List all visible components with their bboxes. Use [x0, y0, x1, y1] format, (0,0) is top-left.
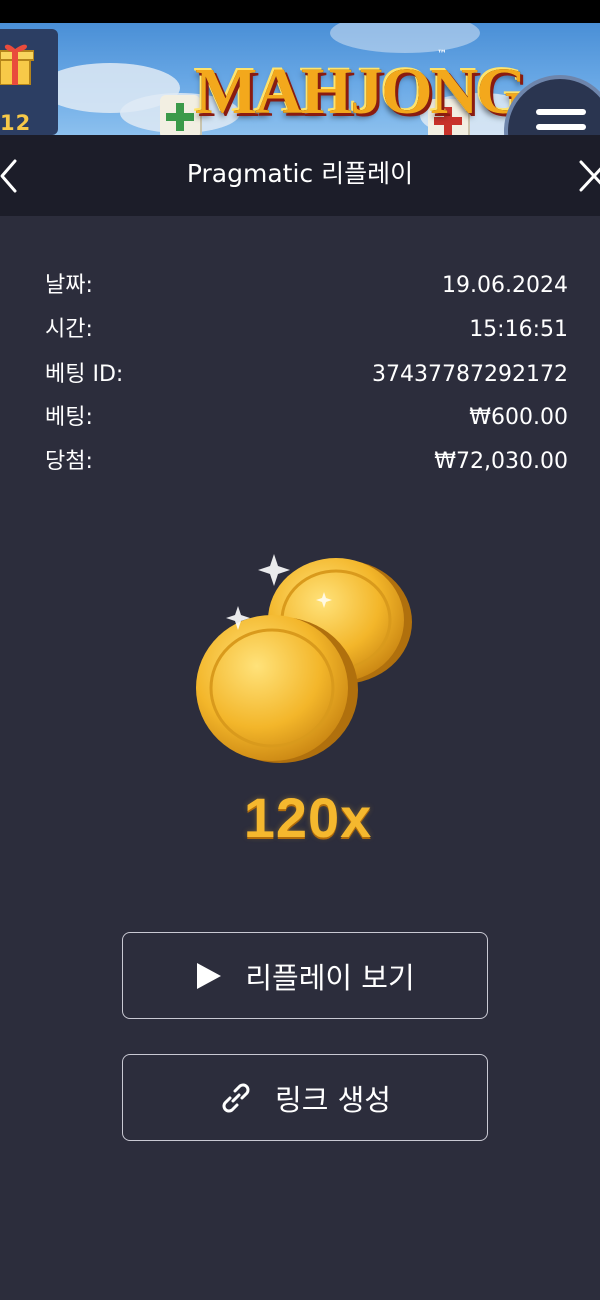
replay-header: Pragmatic 리플레이 [0, 135, 600, 216]
info-row-win: 당첨: ₩72,030.00 [45, 444, 568, 480]
chevron-left-icon[interactable] [0, 157, 24, 195]
page-title: Pragmatic 리플레이 [186, 159, 414, 188]
info-label: 시간: [45, 317, 93, 342]
trademark-mark: ™ [437, 49, 447, 60]
info-label: 날짜: [45, 273, 93, 298]
gift-icon [0, 44, 34, 85]
create-link-button[interactable]: 링크 생성 [122, 1054, 488, 1141]
status-bar [0, 0, 600, 23]
play-icon [197, 962, 222, 989]
game-banner: 12 MAHJONG ™ [0, 23, 600, 135]
gift-count: 12 [0, 111, 32, 135]
info-row-date: 날짜: 19.06.2024 [45, 268, 568, 304]
win-multiplier: 120x [243, 786, 373, 849]
info-value: 37437787292172 [372, 362, 568, 387]
gift-button[interactable]: 12 [0, 29, 58, 135]
mahjong-tile-icon [160, 95, 200, 135]
watch-replay-label: 리플레이 보기 [245, 960, 415, 995]
info-row-bet-id: 베팅 ID: 37437787292172 [45, 357, 568, 393]
game-logo: MAHJONG [195, 55, 528, 128]
info-label: 베팅 ID: [45, 362, 124, 387]
info-value: 19.06.2024 [442, 273, 568, 298]
watch-replay-button[interactable]: 리플레이 보기 [122, 932, 488, 1019]
info-value: ₩72,030.00 [434, 449, 568, 474]
link-icon [222, 1083, 250, 1112]
info-value: ₩600.00 [469, 405, 568, 430]
info-label: 베팅: [45, 405, 93, 430]
gold-coins-icon [196, 554, 412, 763]
close-icon[interactable] [577, 157, 600, 195]
info-value: 15:16:51 [469, 317, 568, 342]
info-row-bet: 베팅: ₩600.00 [45, 400, 568, 436]
create-link-label: 링크 생성 [275, 1082, 391, 1117]
info-row-time: 시간: 15:16:51 [45, 312, 568, 348]
info-label: 당첨: [45, 449, 93, 474]
